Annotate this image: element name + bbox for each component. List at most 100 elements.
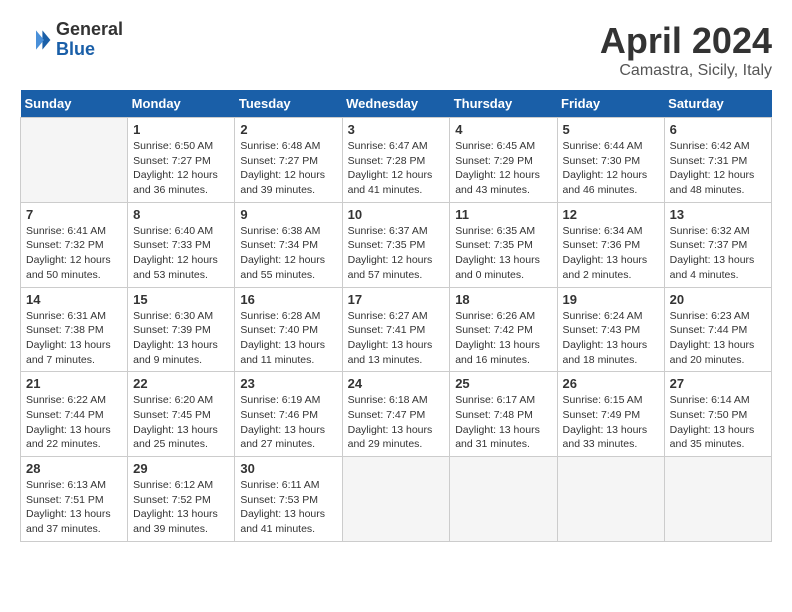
- day-info: Sunrise: 6:32 AMSunset: 7:37 PMDaylight:…: [670, 224, 766, 283]
- day-info: Sunrise: 6:45 AMSunset: 7:29 PMDaylight:…: [455, 139, 551, 198]
- day-info: Sunrise: 6:12 AMSunset: 7:52 PMDaylight:…: [133, 478, 229, 537]
- day-info: Sunrise: 6:41 AMSunset: 7:32 PMDaylight:…: [26, 224, 122, 283]
- day-number: 9: [240, 207, 336, 222]
- day-number: 23: [240, 376, 336, 391]
- day-number: 11: [455, 207, 551, 222]
- day-info: Sunrise: 6:30 AMSunset: 7:39 PMDaylight:…: [133, 309, 229, 368]
- day-info: Sunrise: 6:26 AMSunset: 7:42 PMDaylight:…: [455, 309, 551, 368]
- day-number: 2: [240, 122, 336, 137]
- calendar-day-cell: 13 Sunrise: 6:32 AMSunset: 7:37 PMDayligh…: [664, 202, 771, 287]
- day-of-week-header: Wednesday: [342, 90, 450, 118]
- calendar-week-row: 14 Sunrise: 6:31 AMSunset: 7:38 PMDayligh…: [21, 287, 772, 372]
- calendar-day-cell: 20 Sunrise: 6:23 AMSunset: 7:44 PMDayligh…: [664, 287, 771, 372]
- calendar-week-row: 7 Sunrise: 6:41 AMSunset: 7:32 PMDaylight…: [21, 202, 772, 287]
- day-info: Sunrise: 6:37 AMSunset: 7:35 PMDaylight:…: [348, 224, 445, 283]
- logo-icon: [20, 24, 52, 56]
- calendar-day-cell: 12 Sunrise: 6:34 AMSunset: 7:36 PMDayligh…: [557, 202, 664, 287]
- logo-text: General Blue: [56, 20, 123, 60]
- day-info: Sunrise: 6:35 AMSunset: 7:35 PMDaylight:…: [455, 224, 551, 283]
- day-number: 3: [348, 122, 445, 137]
- day-info: Sunrise: 6:23 AMSunset: 7:44 PMDaylight:…: [670, 309, 766, 368]
- calendar-day-cell: 7 Sunrise: 6:41 AMSunset: 7:32 PMDaylight…: [21, 202, 128, 287]
- calendar-day-cell: 16 Sunrise: 6:28 AMSunset: 7:40 PMDayligh…: [235, 287, 342, 372]
- day-number: 25: [455, 376, 551, 391]
- day-info: Sunrise: 6:50 AMSunset: 7:27 PMDaylight:…: [133, 139, 229, 198]
- calendar-day-cell: 17 Sunrise: 6:27 AMSunset: 7:41 PMDayligh…: [342, 287, 450, 372]
- day-info: Sunrise: 6:18 AMSunset: 7:47 PMDaylight:…: [348, 393, 445, 452]
- day-info: Sunrise: 6:34 AMSunset: 7:36 PMDaylight:…: [563, 224, 659, 283]
- calendar-day-cell: 21Sunrise: 6:22 AMSunset: 7:44 PMDayligh…: [21, 372, 128, 457]
- calendar-day-cell: 4 Sunrise: 6:45 AMSunset: 7:29 PMDaylight…: [450, 118, 557, 203]
- calendar-day-cell: 26 Sunrise: 6:15 AMSunset: 7:49 PMDayligh…: [557, 372, 664, 457]
- calendar-day-cell: 10 Sunrise: 6:37 AMSunset: 7:35 PMDayligh…: [342, 202, 450, 287]
- calendar-day-cell: 5 Sunrise: 6:44 AMSunset: 7:30 PMDaylight…: [557, 118, 664, 203]
- day-number: 17: [348, 292, 445, 307]
- calendar-day-cell: 29 Sunrise: 6:12 AMSunset: 7:52 PMDayligh…: [128, 457, 235, 542]
- day-number: 20: [670, 292, 766, 307]
- day-number: 5: [563, 122, 659, 137]
- day-number: 12: [563, 207, 659, 222]
- day-info: Sunrise: 6:20 AMSunset: 7:45 PMDaylight:…: [133, 393, 229, 452]
- calendar-day-cell: 2 Sunrise: 6:48 AMSunset: 7:27 PMDaylight…: [235, 118, 342, 203]
- calendar-table: SundayMondayTuesdayWednesdayThursdayFrid…: [20, 90, 772, 542]
- day-info: Sunrise: 6:48 AMSunset: 7:27 PMDaylight:…: [240, 139, 336, 198]
- day-number: 28: [26, 461, 122, 476]
- day-number: 18: [455, 292, 551, 307]
- calendar-day-cell: [450, 457, 557, 542]
- calendar-day-cell: 23Sunrise: 6:19 AMSunset: 7:46 PMDayligh…: [235, 372, 342, 457]
- day-info: Sunrise: 6:15 AMSunset: 7:49 PMDaylight:…: [563, 393, 659, 452]
- day-number: 7: [26, 207, 122, 222]
- day-of-week-header: Monday: [128, 90, 235, 118]
- calendar-day-cell: [342, 457, 450, 542]
- day-of-week-header: Sunday: [21, 90, 128, 118]
- location-subtitle: Camastra, Sicily, Italy: [600, 62, 772, 80]
- day-info: Sunrise: 6:27 AMSunset: 7:41 PMDaylight:…: [348, 309, 445, 368]
- calendar-day-cell: 6 Sunrise: 6:42 AMSunset: 7:31 PMDaylight…: [664, 118, 771, 203]
- calendar-day-cell: 3Sunrise: 6:47 AMSunset: 7:28 PMDaylight…: [342, 118, 450, 203]
- calendar-day-cell: 28Sunrise: 6:13 AMSunset: 7:51 PMDayligh…: [21, 457, 128, 542]
- calendar-day-cell: 18 Sunrise: 6:26 AMSunset: 7:42 PMDayligh…: [450, 287, 557, 372]
- day-of-week-header: Tuesday: [235, 90, 342, 118]
- page-header: General Blue April 2024 Camastra, Sicily…: [20, 20, 772, 80]
- day-info: Sunrise: 6:31 AMSunset: 7:38 PMDaylight:…: [26, 309, 122, 368]
- day-of-week-header: Friday: [557, 90, 664, 118]
- day-number: 15: [133, 292, 229, 307]
- calendar-day-cell: 15 Sunrise: 6:30 AMSunset: 7:39 PMDayligh…: [128, 287, 235, 372]
- day-info: Sunrise: 6:24 AMSunset: 7:43 PMDaylight:…: [563, 309, 659, 368]
- day-number: 10: [348, 207, 445, 222]
- day-info: Sunrise: 6:40 AMSunset: 7:33 PMDaylight:…: [133, 224, 229, 283]
- day-number: 29: [133, 461, 229, 476]
- day-number: 14: [26, 292, 122, 307]
- calendar-day-cell: [664, 457, 771, 542]
- day-number: 16: [240, 292, 336, 307]
- day-number: 8: [133, 207, 229, 222]
- day-of-week-header: Thursday: [450, 90, 557, 118]
- day-number: 4: [455, 122, 551, 137]
- day-number: 27: [670, 376, 766, 391]
- day-of-week-header: Saturday: [664, 90, 771, 118]
- calendar-day-cell: 24 Sunrise: 6:18 AMSunset: 7:47 PMDayligh…: [342, 372, 450, 457]
- day-number: 30: [240, 461, 336, 476]
- calendar-day-cell: 11 Sunrise: 6:35 AMSunset: 7:35 PMDayligh…: [450, 202, 557, 287]
- calendar-day-cell: [21, 118, 128, 203]
- logo: General Blue: [20, 20, 123, 60]
- day-number: 19: [563, 292, 659, 307]
- calendar-day-cell: 14 Sunrise: 6:31 AMSunset: 7:38 PMDayligh…: [21, 287, 128, 372]
- day-number: 26: [563, 376, 659, 391]
- title-area: April 2024 Camastra, Sicily, Italy: [600, 20, 772, 80]
- calendar-day-cell: 19 Sunrise: 6:24 AMSunset: 7:43 PMDayligh…: [557, 287, 664, 372]
- day-number: 24: [348, 376, 445, 391]
- calendar-day-cell: [557, 457, 664, 542]
- calendar-week-row: 1 Sunrise: 6:50 AMSunset: 7:27 PMDaylight…: [21, 118, 772, 203]
- day-info: Sunrise: 6:28 AMSunset: 7:40 PMDaylight:…: [240, 309, 336, 368]
- day-info: Sunrise: 6:17 AMSunset: 7:48 PMDaylight:…: [455, 393, 551, 452]
- calendar-day-cell: 27Sunrise: 6:14 AMSunset: 7:50 PMDayligh…: [664, 372, 771, 457]
- calendar-week-row: 28Sunrise: 6:13 AMSunset: 7:51 PMDayligh…: [21, 457, 772, 542]
- day-info: Sunrise: 6:44 AMSunset: 7:30 PMDaylight:…: [563, 139, 659, 198]
- day-number: 6: [670, 122, 766, 137]
- calendar-day-cell: 9Sunrise: 6:38 AMSunset: 7:34 PMDaylight…: [235, 202, 342, 287]
- day-number: 1: [133, 122, 229, 137]
- day-number: 13: [670, 207, 766, 222]
- calendar-day-cell: 8 Sunrise: 6:40 AMSunset: 7:33 PMDaylight…: [128, 202, 235, 287]
- day-info: Sunrise: 6:42 AMSunset: 7:31 PMDaylight:…: [670, 139, 766, 198]
